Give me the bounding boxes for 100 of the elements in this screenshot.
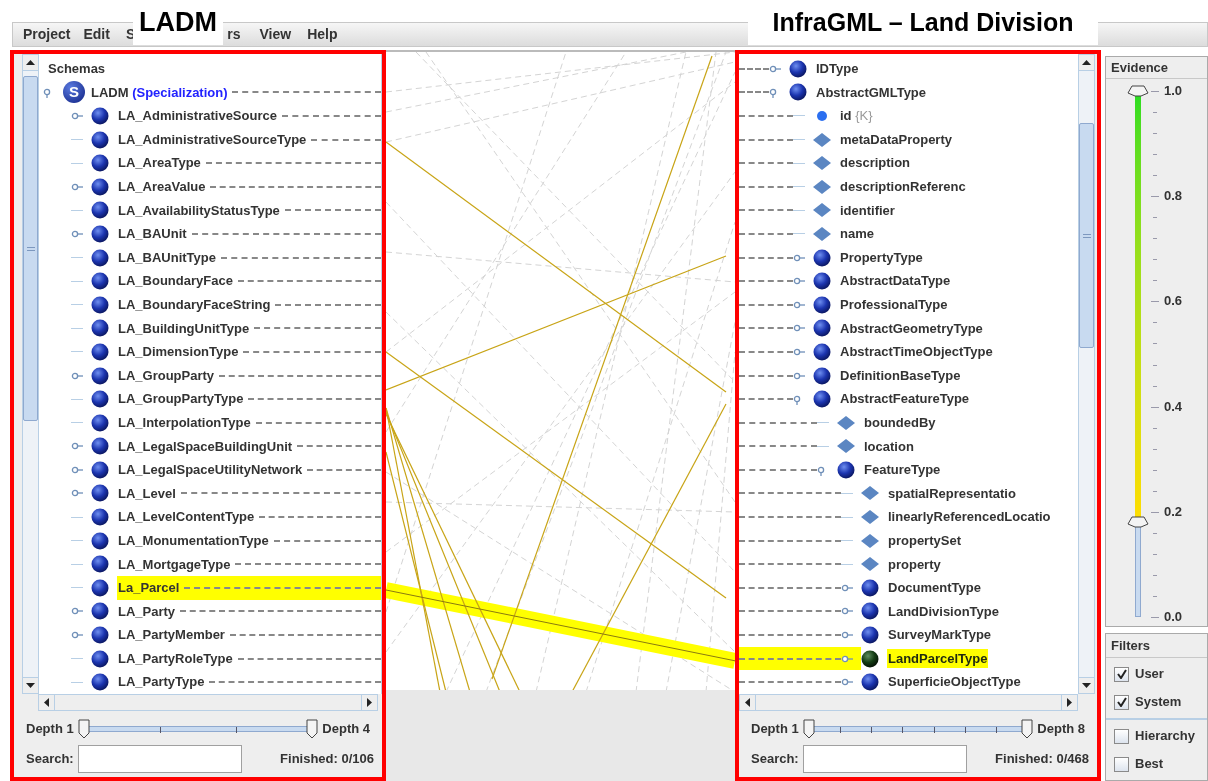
tree-node-label[interactable]: SuperficieObjectType [887, 672, 1022, 692]
tree-node-label[interactable]: LA_PartyRoleType [117, 648, 234, 669]
checkbox[interactable] [1114, 694, 1129, 710]
menu-item[interactable]: Help [307, 24, 338, 45]
scrollbar-thumb[interactable] [23, 76, 38, 421]
tree-node-label[interactable]: id {K} [839, 106, 874, 126]
depth-slider[interactable] [802, 718, 1034, 740]
sphere-icon [813, 342, 831, 361]
horizontal-scrollbar[interactable] [38, 694, 378, 711]
tree-node-label[interactable]: LA_AdministrativeSourceType [117, 129, 308, 150]
tree-node-label[interactable]: LA_DimensionType [117, 342, 240, 362]
scroll-left-icon[interactable] [745, 698, 750, 707]
tree-node-label[interactable]: LA_AreaValue [117, 177, 207, 197]
sphere-icon [813, 295, 831, 314]
tree-node-label[interactable]: propertySet [887, 530, 962, 551]
tree-node-label[interactable]: AbstractTimeObjectType [839, 342, 994, 362]
menu-item[interactable]: Project [23, 24, 71, 45]
checkbox-label: Hierarchy [1135, 727, 1195, 746]
depth-max-label: Depth 4 [322, 720, 370, 739]
tree-node-label[interactable]: LADM (Specialization) [91, 82, 228, 103]
diamond-icon [813, 179, 831, 194]
tree-node-label[interactable]: DocumentType [887, 578, 982, 598]
tree-node-label[interactable]: LA_AdministrativeSource [117, 106, 278, 126]
tree-node-label[interactable]: LA_PartyMember [117, 625, 226, 645]
scroll-right-icon[interactable] [367, 698, 372, 707]
menu-item[interactable]: View [259, 24, 292, 45]
tree-node-label[interactable]: PropertyType [839, 247, 924, 268]
scroll-down-icon[interactable] [26, 683, 35, 688]
tree-node-label[interactable]: DefinitionBaseType [839, 365, 962, 386]
tree-node-label[interactable]: name [839, 224, 875, 244]
tree-node-label[interactable]: LA_GroupPartyType [117, 389, 245, 409]
tree-node-label[interactable]: LA_Level [117, 483, 177, 504]
tree-node-label[interactable]: description [839, 153, 912, 173]
search-field[interactable] [802, 745, 967, 773]
sphere-icon [91, 366, 109, 385]
checkbox-label: User [1135, 665, 1164, 684]
tree-node-label[interactable]: IDType [815, 59, 860, 79]
tree-node-label[interactable]: boundedBy [863, 412, 937, 433]
search-field[interactable] [77, 745, 242, 773]
tree-node-label[interactable]: AbstractFeatureType [839, 389, 971, 409]
tree-node-label[interactable]: LA_LegalSpaceBuildingUnit [117, 436, 294, 457]
scrollbar-thumb[interactable] [1079, 123, 1094, 348]
sphere-icon [91, 649, 109, 668]
tree-node-label[interactable]: LA_AvailabilityStatusType [117, 200, 281, 221]
tree-node-label[interactable]: LA_MortgageType [117, 554, 232, 574]
checkbox[interactable] [1114, 728, 1129, 744]
tree-node-label[interactable]: LA_InterpolationType [117, 412, 252, 433]
vertical-scrollbar[interactable] [1078, 54, 1095, 694]
tree-node-label[interactable]: LA_BuildingUnitType [117, 318, 251, 339]
tree-node-label[interactable]: descriptionReferenc [839, 177, 967, 197]
tree-node-label[interactable]: metaDataProperty [839, 129, 953, 150]
tree-node-label[interactable]: spatialRepresentatio [887, 483, 1017, 504]
tree-node-label[interactable]: LA_LevelContentType [117, 507, 256, 527]
depth-slider[interactable] [77, 718, 319, 740]
tree-node-label[interactable]: AbstractGeometryType [839, 318, 984, 339]
tree-node-label[interactable]: SurveyMarkType [887, 625, 993, 645]
tree-node-label[interactable]: linearlyReferencedLocatio [887, 507, 1052, 527]
tree-node-label[interactable]: AbstractDataType [839, 271, 952, 291]
tree-node-label[interactable]: LA_Party [117, 601, 177, 622]
scroll-up-icon[interactable] [1082, 60, 1091, 65]
tree-node-label[interactable]: location [863, 436, 915, 457]
slider-thumb[interactable] [77, 719, 90, 739]
depth-max-label: Depth 8 [1037, 720, 1085, 739]
slider-thumb[interactable] [1127, 85, 1149, 97]
sphere-icon [789, 59, 807, 78]
tree-node-label[interactable]: property [887, 554, 942, 574]
tree-node-label[interactable]: LA_BoundaryFace [117, 271, 234, 291]
horizontal-scrollbar[interactable] [739, 694, 1078, 711]
slider-thumb[interactable] [306, 719, 319, 739]
slider-thumb[interactable] [1021, 719, 1034, 739]
tree-node-label[interactable]: LA_LegalSpaceUtilityNetwork [117, 460, 304, 480]
tree-node-label[interactable]: AbstractGMLType [815, 82, 928, 103]
tree-node-label[interactable]: LandDivisionType [887, 601, 1000, 622]
collapse-handle-icon[interactable] [71, 110, 83, 122]
checkbox[interactable] [1114, 756, 1129, 772]
tree-node-label[interactable]: LA_PartyType [117, 672, 206, 692]
scroll-down-icon[interactable] [1082, 683, 1091, 688]
tree-node-label[interactable]: LandParcelType [887, 648, 989, 669]
scroll-up-icon[interactable] [26, 60, 35, 65]
tree-node-label[interactable]: ProfessionalType [839, 295, 949, 315]
tree-node-label[interactable]: LA_BAUnitType [117, 247, 217, 268]
menu-item[interactable]: Edit [83, 24, 110, 45]
checkbox[interactable] [1114, 666, 1129, 682]
scroll-right-icon[interactable] [1067, 698, 1072, 707]
tree-node-label[interactable]: identifier [839, 200, 896, 221]
tree-node-label[interactable]: LA_BoundaryFaceString [117, 295, 272, 315]
tree-node-label[interactable]: LA_AreaType [117, 153, 202, 173]
scale-label: 0.4 [1164, 398, 1183, 415]
tree-node-label[interactable]: LA_MonumentationType [117, 530, 270, 551]
vertical-scrollbar[interactable] [22, 54, 39, 694]
tree-node-label[interactable]: LA_BAUnit [117, 224, 188, 244]
status-text: Finished: 0/468 [995, 750, 1089, 769]
slider-thumb[interactable] [1127, 516, 1149, 529]
sphere-icon [91, 673, 109, 692]
menu-item[interactable]: rs [227, 24, 241, 45]
slider-thumb[interactable] [802, 719, 815, 739]
tree-node-label[interactable]: LA_GroupParty [117, 365, 216, 386]
tree-node-label[interactable]: FeatureType [863, 460, 942, 480]
scroll-left-icon[interactable] [44, 698, 49, 707]
leader-line [739, 327, 793, 330]
